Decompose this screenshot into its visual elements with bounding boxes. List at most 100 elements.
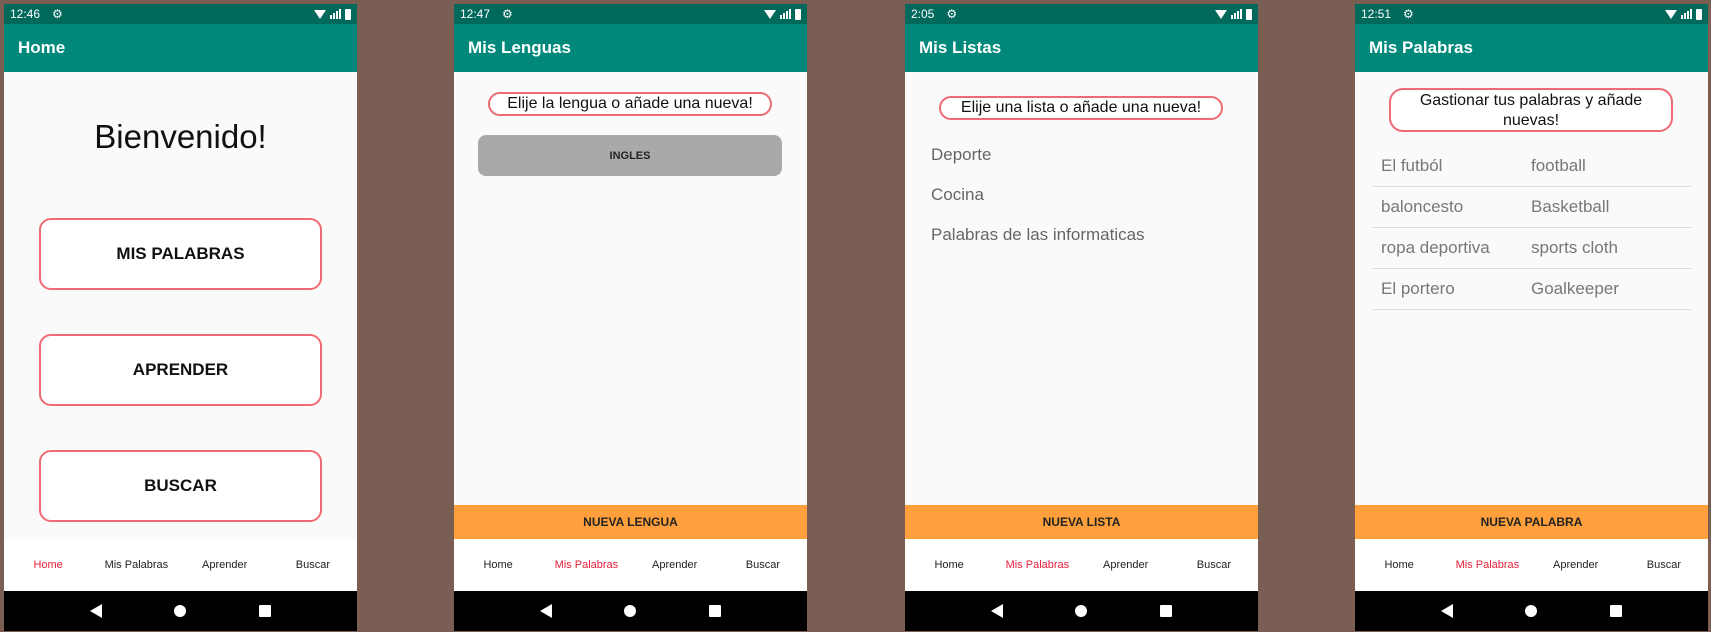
word-row[interactable]: El portero Goalkeeper [1373,269,1691,310]
palabras-content: Gastionar tus palabras y añade nuevas! E… [1355,72,1708,532]
bottom-navigation: Home Mis Palabras Aprender Buscar [4,539,357,591]
app-bar: Mis Lenguas [454,24,807,72]
home-circle-icon[interactable] [624,605,637,617]
aprender-button[interactable]: APRENDER [39,334,322,406]
word-spanish: baloncesto [1381,197,1464,216]
wifi-icon [314,9,326,19]
page-title: Mis Listas [919,38,1002,57]
nueva-palabra-button[interactable]: NUEVA PALABRA [1355,505,1708,539]
app-bar: Mis Listas [905,24,1258,72]
status-time: 12:51 [1361,7,1392,21]
phone-lenguas-screen: 12:47 ⚙ Mis Lenguas Elije la lengua o añ… [454,4,807,631]
app-bar: Mis Palabras [1355,24,1708,72]
phone-listas-screen: 2:05 ⚙ Mis Listas Elije una lista o añad… [905,4,1258,631]
nav-home[interactable]: Home [454,559,542,571]
nav-mis-palabras[interactable]: Mis Palabras [993,559,1081,571]
status-time: 12:46 [10,7,41,21]
back-icon[interactable] [540,604,553,618]
wifi-icon [764,9,776,19]
nav-mis-palabras[interactable]: Mis Palabras [1443,559,1531,571]
nav-buscar[interactable]: Buscar [719,559,807,571]
status-bar: 12:46 ⚙ [4,4,357,24]
nav-buscar[interactable]: Buscar [269,559,357,571]
page-title: Mis Palabras [1369,38,1473,57]
status-time: 2:05 [911,7,935,21]
page-title: Mis Lenguas [468,38,571,57]
status-time: 12:47 [460,7,491,21]
recents-icon[interactable] [258,605,271,617]
recents-icon[interactable] [1159,605,1172,617]
prompt-line-2: nuevas! [1502,112,1560,129]
home-circle-icon[interactable] [1075,605,1088,617]
buscar-button[interactable]: BUSCAR [39,450,322,522]
battery-icon [795,8,801,20]
nav-buscar[interactable]: Buscar [1620,559,1708,571]
home-circle-icon[interactable] [174,605,187,617]
page-title: Home [18,38,66,57]
system-navigation-bar [454,591,807,631]
system-navigation-bar [4,591,357,631]
signal-icon [1231,9,1242,19]
gear-icon: ⚙ [52,7,63,21]
prompt-label: Gastionar tus palabras y añade nuevas! [1389,88,1673,132]
list-item-cocina[interactable]: Cocina [931,185,984,205]
signal-icon [1681,9,1692,19]
word-row[interactable]: baloncesto Basketball [1373,187,1691,228]
prompt-label: Elije la lengua o añade una nueva! [488,92,772,116]
back-icon[interactable] [90,604,103,618]
wifi-icon [1665,9,1677,19]
status-bar: 12:51 ⚙ [1355,4,1708,24]
word-english: Goalkeeper [1531,279,1619,298]
prompt-line-1: Gastionar tus palabras y añade [1419,92,1643,109]
listas-content: Elije una lista o añade una nueva! Depor… [905,72,1258,532]
nav-aprender[interactable]: Aprender [1082,559,1170,571]
battery-icon [345,8,351,20]
nav-aprender[interactable]: Aprender [1532,559,1620,571]
gear-icon: ⚙ [1403,7,1414,21]
word-english: Basketball [1531,197,1610,216]
recents-icon[interactable] [708,605,721,617]
word-english: sports cloth [1531,238,1618,257]
home-circle-icon[interactable] [1525,605,1538,617]
bottom-navigation: Home Mis Palabras Aprender Buscar [454,539,807,591]
battery-icon [1246,8,1252,20]
back-icon[interactable] [991,604,1004,618]
nav-home[interactable]: Home [905,559,993,571]
system-navigation-bar [1355,591,1708,631]
nav-mis-palabras[interactable]: Mis Palabras [92,559,180,571]
word-row[interactable]: El futból football [1373,146,1691,187]
mis-palabras-button[interactable]: MIS PALABRAS [39,218,322,290]
prompt-label: Elije una lista o añade una nueva! [939,96,1223,120]
nav-home[interactable]: Home [4,559,92,571]
recents-icon[interactable] [1609,605,1622,617]
word-row[interactable]: ropa deportiva sports cloth [1373,228,1691,269]
gear-icon: ⚙ [946,7,958,21]
nav-aprender[interactable]: Aprender [631,559,719,571]
nueva-lengua-button[interactable]: NUEVA LENGUA [454,505,807,539]
status-bar: 2:05 ⚙ [905,4,1258,24]
nav-home[interactable]: Home [1355,559,1443,571]
battery-icon [1696,8,1702,20]
word-spanish: ropa deportiva [1381,238,1490,257]
nav-aprender[interactable]: Aprender [181,559,269,571]
lenguas-content: Elije la lengua o añade una nueva! INGLE… [454,72,807,532]
nav-buscar[interactable]: Buscar [1170,559,1258,571]
app-bar: Home [4,24,357,72]
status-bar: 12:47 ⚙ [454,4,807,24]
word-spanish: El portero [1381,279,1455,298]
language-button-ingles[interactable]: INGLES [478,135,782,176]
nueva-lista-button[interactable]: NUEVA LISTA [905,505,1258,539]
word-spanish: El futból [1381,156,1443,175]
back-icon[interactable] [1441,604,1454,618]
signal-icon [330,9,341,19]
bottom-navigation: Home Mis Palabras Aprender Buscar [905,539,1258,591]
bottom-navigation: Home Mis Palabras Aprender Buscar [1355,539,1708,591]
list-item-informaticas[interactable]: Palabras de las informaticas [931,225,1145,245]
system-navigation-bar [905,591,1258,631]
gear-icon: ⚙ [502,7,513,21]
nav-mis-palabras[interactable]: Mis Palabras [542,559,630,571]
wifi-icon [1215,9,1227,19]
list-item-deporte[interactable]: Deporte [931,145,991,165]
welcome-heading: Bienvenido! [94,118,267,155]
home-content: Bienvenido! MIS PALABRAS APRENDER BUSCAR [4,72,357,532]
